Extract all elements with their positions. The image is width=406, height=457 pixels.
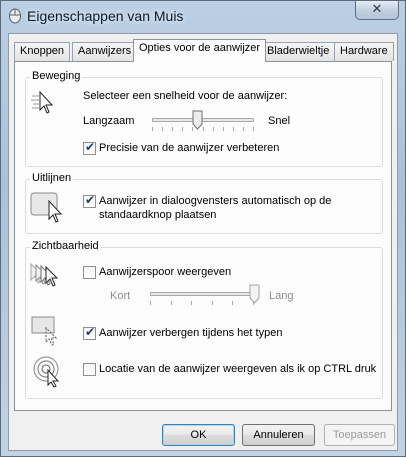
hide-while-typing-checkbox[interactable] <box>83 325 96 340</box>
speed-slider-track[interactable] <box>152 118 254 122</box>
slider-tick <box>171 301 172 305</box>
hide-pointer-icon <box>31 316 58 346</box>
pointer-speed-icon <box>31 90 54 114</box>
trails-label[interactable]: Aanwijzerspoor weergeven <box>99 266 231 278</box>
dialog-body: Knoppen Aanwijzers Opties voor de aanwij… <box>8 33 398 451</box>
slider-tick <box>213 127 214 131</box>
tab-strip: Knoppen Aanwijzers Opties voor de aanwij… <box>14 39 394 62</box>
speed-slow-label: Langzaam <box>83 115 135 127</box>
speed-slider-thumb[interactable] <box>192 110 203 130</box>
tab-knoppen[interactable]: Knoppen <box>14 42 71 61</box>
slider-tick <box>162 127 163 131</box>
slider-tick <box>253 127 254 131</box>
slider-tick <box>243 127 244 131</box>
precision-label[interactable]: Precisie van de aanwijzer verbeteren <box>99 142 279 154</box>
group-uitlijnen: Uitlijnen Aanwijzer in dialoogvensters a… <box>25 172 383 234</box>
trails-checkbox[interactable] <box>83 266 96 279</box>
title-bar[interactable]: Eigenschappen van Muis ✕ <box>1 1 405 33</box>
slider-tick <box>233 127 234 131</box>
dialog-window: Eigenschappen van Muis ✕ Knoppen Aanwijz… <box>0 0 406 457</box>
slider-tick <box>182 127 183 131</box>
slider-tick <box>212 301 213 305</box>
trails-slider-thumb[interactable] <box>249 284 260 304</box>
trails-short-label: Kort <box>110 290 131 302</box>
group-beweging: Beweging Selecteer een snelheid voor de … <box>25 70 383 167</box>
pointer-trails-icon <box>30 262 59 287</box>
precision-checkbox[interactable] <box>83 140 96 155</box>
snap-to-button-icon <box>30 192 63 223</box>
slider-tick <box>150 301 151 305</box>
slider-tick <box>223 127 224 131</box>
tab-hardware[interactable]: Hardware <box>334 42 394 61</box>
slider-tick <box>172 127 173 131</box>
slider-tick <box>203 127 204 131</box>
cancel-button[interactable]: Annuleren <box>242 424 315 446</box>
trails-slider-ticks <box>150 301 254 306</box>
apply-button[interactable]: Toepassen <box>324 424 395 446</box>
ctrl-locate-label[interactable]: Locatie van de aanwijzer weergeven als i… <box>99 363 376 375</box>
tab-bladerwieltje[interactable]: Bladerwieltje <box>261 42 336 61</box>
close-icon: ✕ <box>371 2 383 17</box>
ctrl-locate-icon <box>33 356 60 388</box>
tab-aanwijzers[interactable]: Aanwijzers <box>72 42 138 61</box>
tab-opties-aanwijzer[interactable]: Opties voor de aanwijzer <box>133 39 267 62</box>
mouse-icon <box>9 8 21 24</box>
hide-while-typing-label[interactable]: Aanwijzer verbergen tijdens het typen <box>99 327 282 339</box>
ok-button[interactable]: OK <box>162 424 235 446</box>
speed-prompt: Selecteer een snelheid voor de aanwijzer… <box>83 90 288 102</box>
group-heading-zichtbaarheid: Zichtbaarheid <box>30 240 101 252</box>
trails-long-label: Lang <box>269 290 294 302</box>
ctrl-locate-checkbox[interactable] <box>83 363 96 376</box>
trails-slider-track[interactable] <box>150 292 254 296</box>
slider-tick <box>232 301 233 305</box>
group-heading-beweging: Beweging <box>30 70 83 82</box>
group-zichtbaarheid: Zichtbaarheid Aanwijzerspoor weergeven K… <box>25 240 383 399</box>
snap-to-label-line1[interactable]: Aanwijzer in dialoogvensters automatisch… <box>99 195 331 207</box>
tab-panel: Beweging Selecteer een snelheid voor de … <box>14 61 392 411</box>
slider-tick <box>152 127 153 131</box>
speed-slider-ticks <box>152 127 254 132</box>
window-title: Eigenschappen van Muis <box>27 8 184 24</box>
snap-to-label-line2[interactable]: standaardknop plaatsen <box>99 209 216 221</box>
close-button[interactable]: ✕ <box>355 1 399 20</box>
snap-to-checkbox[interactable] <box>83 193 96 208</box>
group-heading-uitlijnen: Uitlijnen <box>30 172 74 184</box>
speed-fast-label: Snel <box>268 115 291 127</box>
slider-tick <box>191 301 192 305</box>
